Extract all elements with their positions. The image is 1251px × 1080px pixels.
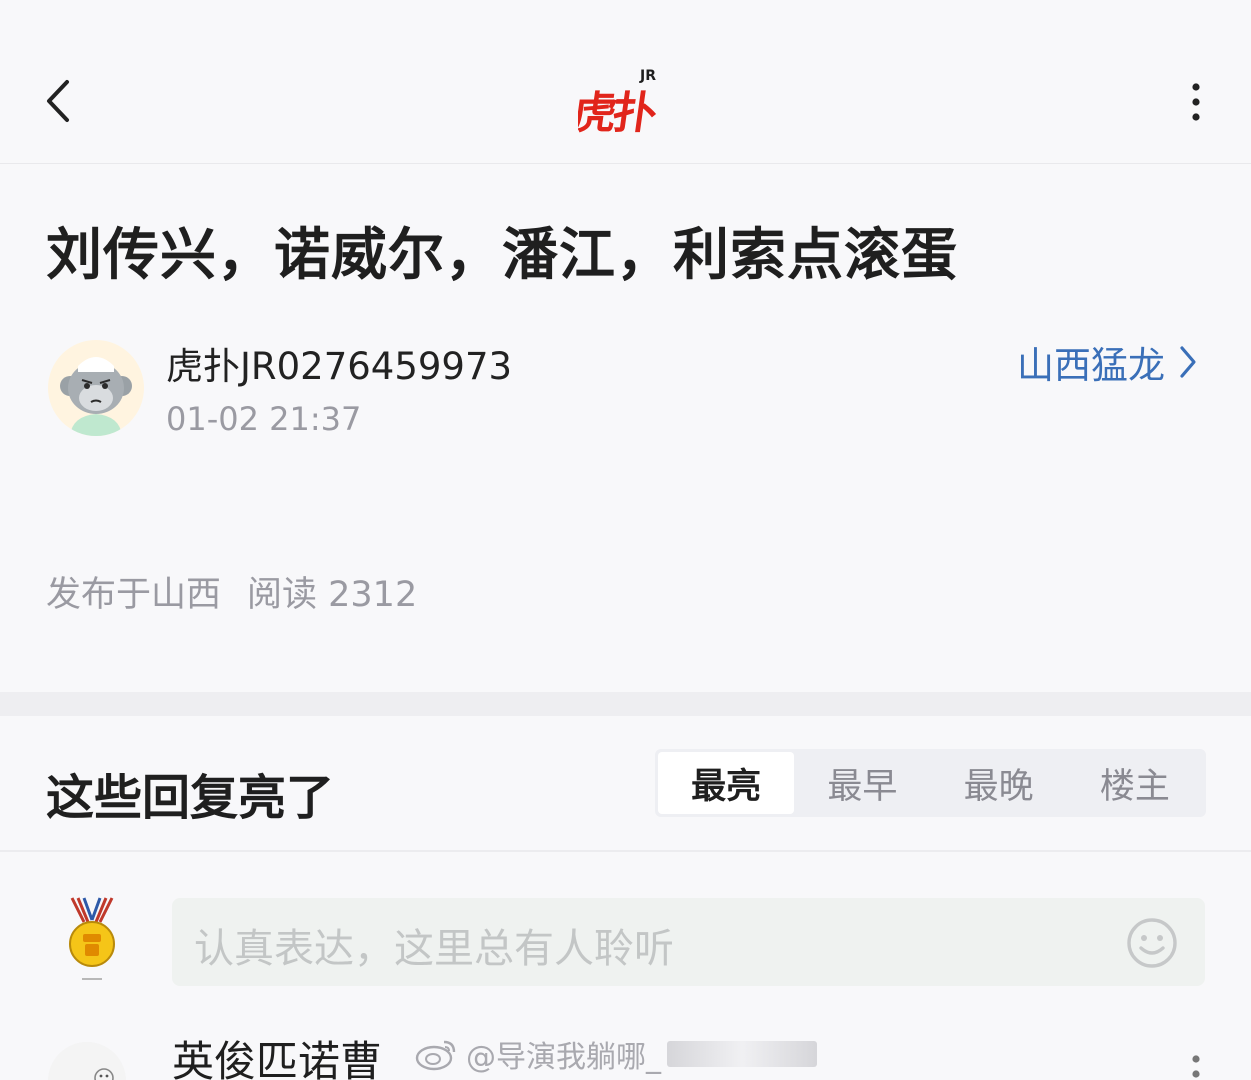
- weibo-icon: [415, 1040, 456, 1071]
- top-nav-bar: JR 虎扑: [0, 0, 1251, 164]
- team-name: 山西猛龙: [1017, 344, 1165, 387]
- replies-section: 这些回复亮了 最亮 最早 最晚 楼主 认真表达，这里总有人聆听 英俊匹诺曹 @导…: [0, 716, 1251, 1080]
- reply-avatar[interactable]: [48, 1042, 126, 1080]
- watermark-text: @导演我躺哪_: [466, 1040, 661, 1075]
- my-avatar[interactable]: [54, 894, 130, 986]
- divider: [0, 850, 1251, 852]
- tab-earliest[interactable]: 最早: [794, 752, 930, 814]
- hupu-logo[interactable]: JR 虎扑: [569, 62, 674, 142]
- emoji-icon[interactable]: [1125, 916, 1179, 970]
- watermark-blur: [667, 1041, 817, 1067]
- replies-title: 这些回复亮了: [46, 770, 335, 826]
- post-meta: 发布于山西 阅读 2312: [46, 566, 417, 617]
- author-avatar[interactable]: [48, 340, 144, 436]
- author-name[interactable]: 虎扑JR0276459973: [166, 336, 512, 390]
- logo-sup: JR: [639, 68, 656, 84]
- post-title: 刘传兴，诺威尔，潘江，利索点滚蛋: [46, 223, 958, 288]
- vertical-ellipsis-icon: [1192, 83, 1200, 121]
- post-read-count: 阅读 2312: [247, 575, 418, 615]
- back-button[interactable]: [30, 70, 86, 132]
- more-options-button[interactable]: [1171, 72, 1221, 132]
- reply-author-name[interactable]: 英俊匹诺曹: [172, 1028, 382, 1080]
- chevron-right-icon: [1180, 346, 1196, 378]
- chevron-left-icon: [47, 80, 69, 122]
- director-medal-icon: [69, 897, 115, 980]
- comment-input[interactable]: 认真表达，这里总有人聆听: [172, 898, 1205, 986]
- section-divider: [0, 692, 1251, 716]
- post-detail-page: JR 虎扑 刘传兴，诺威尔，潘江，利索点滚蛋 虎扑JR0276459973 01…: [0, 0, 1251, 1080]
- weibo-watermark: @导演我躺哪_: [414, 1032, 817, 1076]
- tab-hottest[interactable]: 最亮: [658, 752, 795, 814]
- post-header: 刘传兴，诺威尔，潘江，利索点滚蛋 虎扑JR0276459973 01-02 21…: [0, 164, 1251, 692]
- monkey-avatar-icon: [48, 340, 144, 436]
- post-time: 01-02 21:37: [166, 400, 362, 438]
- tab-op-only[interactable]: 楼主: [1067, 752, 1203, 814]
- tab-latest[interactable]: 最晚: [931, 752, 1067, 814]
- reply-more-icon[interactable]: [1184, 1054, 1208, 1080]
- logo-main: 虎扑: [578, 88, 660, 139]
- team-board-link[interactable]: 山西猛龙: [1017, 338, 1197, 387]
- comment-placeholder: 认真表达，这里总有人聆听: [194, 926, 674, 972]
- reply-sort-tabs: 最亮 最早 最晚 楼主: [655, 749, 1206, 817]
- post-location: 发布于山西: [46, 575, 222, 615]
- cartoon-avatar-icon: [48, 1042, 126, 1080]
- hupu-logo-mark: JR 虎扑: [569, 68, 660, 139]
